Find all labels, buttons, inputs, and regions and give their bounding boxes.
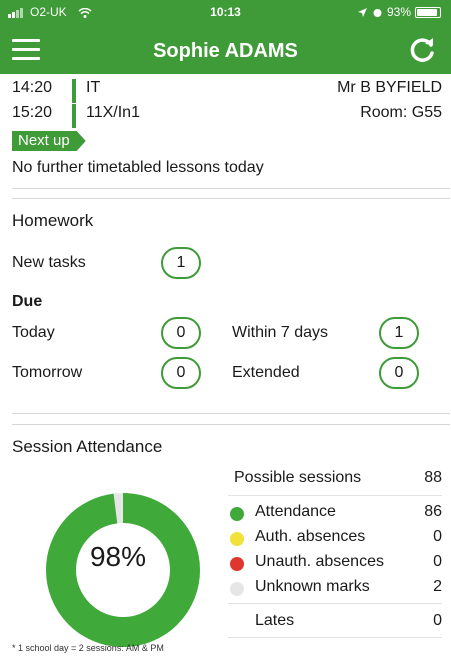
new-tasks-count[interactable]: 1	[161, 247, 201, 279]
legend-value: 2	[433, 578, 442, 595]
app-header: O2-UK 10:13 93% Sophie ADAMS	[0, 0, 451, 74]
due-within-7-days-count[interactable]: 1	[379, 317, 419, 349]
extended-count[interactable]: 0	[379, 357, 419, 389]
alarm-icon	[373, 8, 382, 17]
divider	[12, 188, 450, 189]
legend-label: Unauth. absences	[255, 553, 384, 570]
divider	[228, 495, 442, 496]
new-tasks-label: New tasks	[12, 254, 86, 271]
nav-bar: Sophie ADAMS	[0, 26, 451, 74]
possible-sessions-value: 88	[424, 469, 442, 486]
legend-dot	[230, 582, 244, 596]
due-within-7-days-label: Within 7 days	[232, 324, 329, 341]
lates-value: 0	[433, 612, 442, 629]
lesson-row[interactable]: 15:20 11X/In1 Room: G55	[12, 104, 442, 128]
status-bar: O2-UK 10:13 93%	[0, 0, 451, 24]
legend-dot	[230, 507, 244, 521]
battery-icon	[415, 6, 441, 18]
divider	[12, 198, 450, 199]
lesson-indicator-bar	[72, 79, 76, 103]
attendance-title: Session Attendance	[12, 437, 163, 456]
lesson-teacher: Mr B BYFIELD	[337, 79, 442, 96]
due-tomorrow-count[interactable]: 0	[161, 357, 201, 389]
legend-value: 0	[433, 553, 442, 570]
due-tomorrow-label: Tomorrow	[12, 364, 83, 381]
page-title: Sophie ADAMS	[153, 40, 298, 62]
divider	[12, 424, 450, 425]
attendance-legend-row: Attendance 86	[230, 503, 442, 527]
legend-dot	[230, 532, 244, 546]
lesson-indicator-bar	[72, 104, 76, 128]
legend-value: 0	[433, 528, 442, 545]
extended-label: Extended	[232, 364, 300, 381]
possible-sessions-label: Possible sessions	[234, 469, 362, 486]
next-up-text: No further timetabled lessons today	[12, 159, 264, 176]
lesson-time: 14:20	[12, 79, 53, 96]
lates-row: Lates 0	[230, 612, 442, 636]
attendance-legend-row: Unauth. absences 0	[230, 553, 442, 577]
due-today-count[interactable]: 0	[161, 317, 201, 349]
lesson-row[interactable]: 14:20 IT Mr B BYFIELD	[12, 79, 442, 103]
location-arrow-icon	[357, 7, 367, 17]
possible-sessions-row: Possible sessions 88	[230, 469, 442, 493]
due-today-label: Today	[12, 324, 55, 341]
attendance-legend-row: Auth. absences 0	[230, 528, 442, 552]
divider	[228, 603, 442, 604]
next-up-badge: Next up	[12, 131, 86, 151]
lesson-room: Room: G55	[360, 104, 442, 121]
legend-label: Unknown marks	[255, 578, 370, 595]
homework-title: Homework	[12, 211, 94, 230]
lesson-time: 15:20	[12, 104, 53, 121]
footnote: * 1 school day = 2 sessions: AM & PM	[12, 643, 164, 653]
due-label: Due	[12, 293, 43, 310]
attendance-percent: 98%	[89, 541, 147, 572]
legend-dot	[230, 557, 244, 571]
refresh-icon[interactable]	[409, 36, 437, 64]
legend-label: Auth. absences	[255, 528, 366, 545]
attendance-legend-row: Unknown marks 2	[230, 578, 442, 602]
legend-label: Attendance	[255, 503, 336, 520]
lates-label: Lates	[255, 612, 295, 629]
lesson-class: 11X/In1	[86, 104, 140, 121]
legend-value: 86	[424, 503, 442, 520]
lesson-subject: IT	[86, 79, 101, 96]
divider	[12, 413, 450, 414]
status-right: 93%	[357, 5, 441, 19]
battery-percent: 93%	[386, 5, 411, 19]
divider	[228, 637, 442, 638]
